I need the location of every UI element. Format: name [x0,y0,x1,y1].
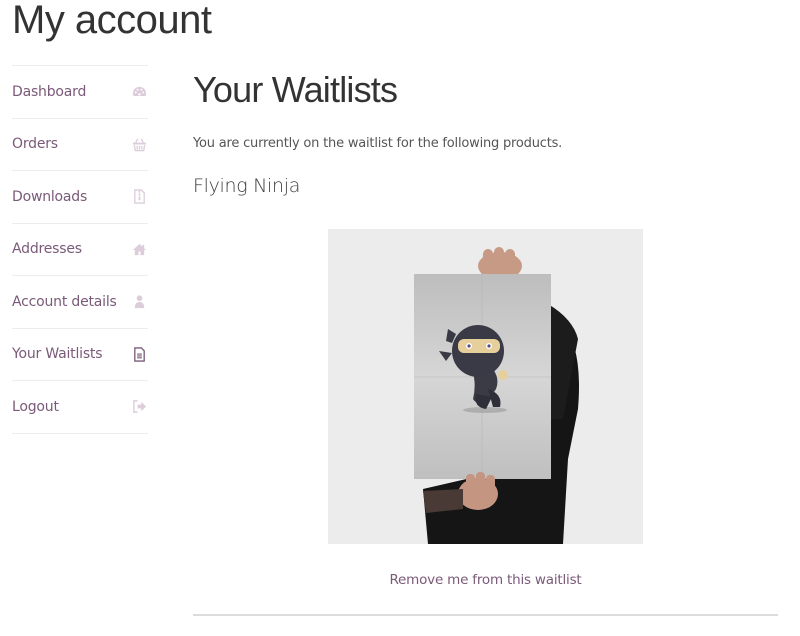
sidebar-item-label: Logout [12,398,59,415]
sidebar-item-addresses[interactable]: Addresses [12,224,148,276]
page-title: My account [12,0,212,42]
sidebar-item-dashboard[interactable]: Dashboard [12,66,148,119]
account-navigation: Dashboard Orders Downloads Addresses Acc… [12,65,148,434]
sidebar-item-label: Account details [12,293,117,310]
intro-text: You are currently on the waitlist for th… [193,136,563,151]
sidebar-item-label: Downloads [12,188,88,205]
basket-icon [131,136,147,152]
sidebar-item-your-waitlists[interactable]: Your Waitlists [12,329,148,381]
file-archive-icon [131,189,147,205]
section-heading: Your Waitlists [193,69,398,110]
sign-out-icon [131,399,147,415]
waitlist-content: Your Waitlists You are currently on the … [193,60,778,616]
sidebar-item-orders[interactable]: Orders [12,119,148,171]
product-divider [193,614,778,616]
file-text-icon [131,346,147,362]
remove-from-waitlist-link[interactable]: Remove me from this waitlist [193,572,778,588]
dashboard-icon [131,84,147,100]
sidebar-item-label: Addresses [12,241,82,258]
product-name: Flying Ninja [193,175,301,197]
sidebar-item-label: Your Waitlists [12,346,103,363]
user-icon [131,294,147,310]
sidebar-item-label: Orders [12,136,58,153]
sidebar-item-downloads[interactable]: Downloads [12,171,148,224]
sidebar-item-logout[interactable]: Logout [12,381,148,434]
sidebar-item-account-details[interactable]: Account details [12,276,148,329]
sidebar-item-label: Dashboard [12,83,87,100]
poster-illustration [328,229,643,544]
home-icon [131,241,147,257]
product-image[interactable] [328,229,643,544]
